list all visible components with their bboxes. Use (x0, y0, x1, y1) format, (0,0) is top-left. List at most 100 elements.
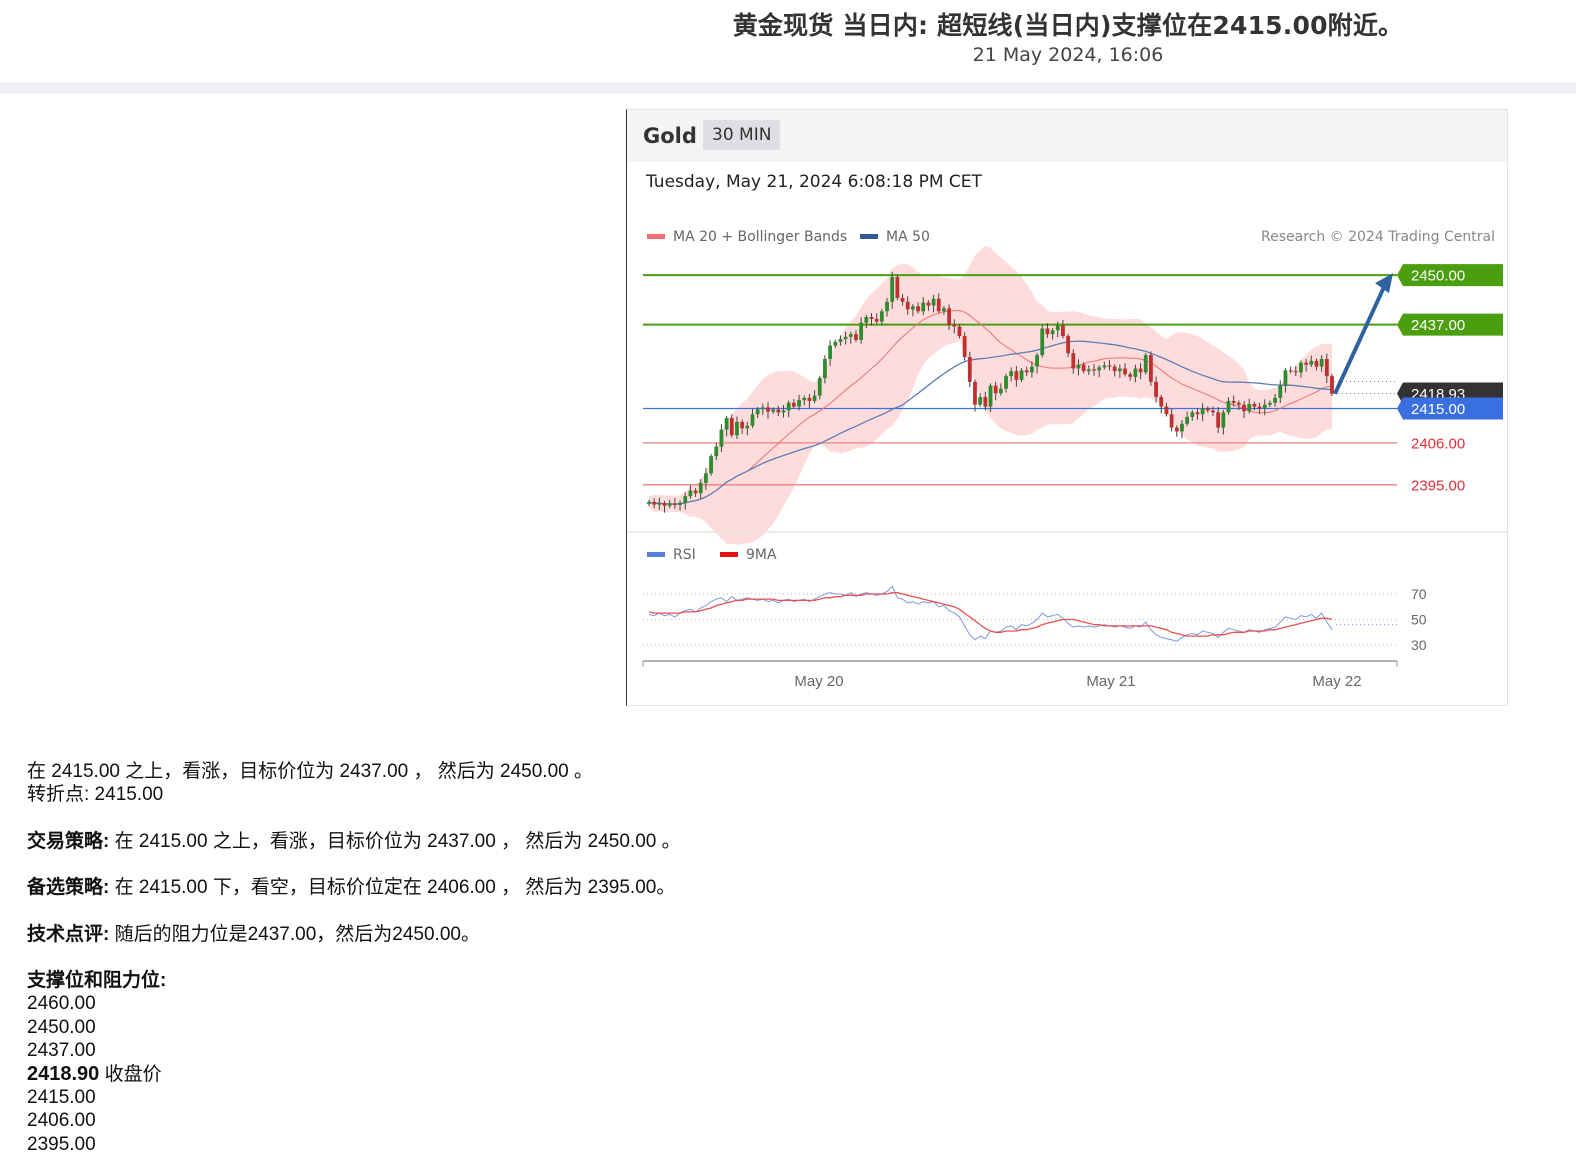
candle-body (1076, 364, 1081, 369)
candle-body (1159, 397, 1164, 407)
candle-body (1029, 366, 1034, 373)
candle-body (936, 298, 941, 312)
candle-body (688, 490, 693, 497)
alt-strategy-label: 备选策略: (27, 877, 110, 899)
level-label-2415.00: 2415.00 (1411, 401, 1465, 418)
candle-body (1205, 408, 1210, 411)
candle-body (1293, 371, 1298, 373)
candle-body (1112, 366, 1117, 372)
comment-label: 技术点评: (27, 923, 110, 945)
candle-body (724, 418, 729, 430)
candle-body (1268, 402, 1272, 405)
candle-body (729, 418, 734, 436)
candle-body (1257, 406, 1262, 409)
rsi-ma-line (648, 592, 1333, 637)
candle-body (1262, 404, 1267, 409)
candle-body (910, 306, 915, 310)
candle-body (704, 473, 708, 483)
summary-line: 在 2415.00 之上，看涨，目标价位为 2437.00 ， 然后为 2450… (27, 761, 593, 782)
candle-body (1004, 376, 1008, 389)
level-item: 2395.00 (27, 1133, 96, 1155)
candle-body (1014, 371, 1019, 380)
candle-body (1273, 397, 1277, 403)
candle-body (828, 345, 832, 359)
candle-body (983, 397, 988, 407)
candle-body (864, 317, 869, 323)
candle-body (667, 503, 672, 506)
candle-body (1040, 328, 1045, 356)
alt-strategy-text: 在 2415.00 下，看空，目标价位定在 2406.00 ， 然后为 2395… (114, 877, 676, 899)
candle-body (973, 381, 977, 405)
candle-body (1169, 414, 1174, 428)
candle-body (1009, 371, 1014, 377)
candle-body (750, 414, 755, 426)
candle-body (812, 395, 817, 401)
level-item: 2450.00 (27, 1016, 96, 1038)
candle-body (1066, 336, 1071, 354)
level-item: 2437.00 (27, 1040, 96, 1062)
candle-body (719, 429, 724, 447)
candle-body (1128, 374, 1133, 377)
candle-body (1035, 355, 1039, 367)
last-price-line: 2418.90 收盘价 (27, 1063, 681, 1086)
candle-body (1226, 400, 1231, 413)
candle-body (1309, 360, 1314, 365)
candle-body (672, 503, 677, 506)
candle-body (657, 503, 662, 505)
candle-body (776, 409, 781, 413)
candle-body (709, 456, 713, 474)
candle-body (1071, 353, 1076, 369)
candle-body (662, 503, 667, 506)
candle-body (652, 501, 657, 505)
candle-body (874, 318, 879, 322)
candle-body (1107, 365, 1112, 367)
candle-body (1324, 358, 1329, 377)
candle-body (952, 324, 957, 327)
levels-label: 支撑位和阻力位: (27, 970, 167, 992)
candle-body (1211, 410, 1215, 413)
candle-body (978, 397, 983, 405)
candle-body (698, 482, 703, 494)
candle-body (1123, 368, 1127, 375)
candle-body (1283, 370, 1288, 386)
candle-body (1092, 369, 1096, 371)
candle-body (1102, 365, 1107, 368)
level-label-2395.00: 2395.00 (1411, 477, 1465, 494)
candle-body (967, 357, 972, 382)
rsi-level-label-50: 50 (1411, 612, 1427, 628)
candle-body (1164, 406, 1169, 415)
candle-body (1288, 370, 1293, 372)
candle-body (760, 407, 765, 410)
candle-body (755, 409, 760, 415)
candle-body (947, 308, 952, 325)
strategy-line: 交易策略: 在 2415.00 之上，看涨，目标价位为 2437.00 ， 然后… (27, 830, 681, 853)
candle-body (1149, 355, 1153, 382)
candle-body (817, 378, 822, 396)
candle-body (791, 402, 796, 407)
candle-body (802, 397, 807, 401)
candle-body (869, 317, 874, 319)
candle-body (1299, 362, 1303, 373)
level-label-2437.00: 2437.00 (1411, 317, 1465, 334)
candle-body (1045, 328, 1050, 335)
rsi-level-label-70: 70 (1411, 586, 1427, 602)
page-title: 黄金现货 当日内: 超短线(当日内)支撑位在2415.00附近。 (732, 11, 1404, 40)
candle-body (843, 336, 848, 340)
candle-body (807, 397, 812, 401)
candle-body (988, 385, 993, 407)
candle-body (942, 308, 946, 312)
candle-body (678, 502, 682, 506)
candle-body (781, 410, 786, 413)
level-label-2406.00: 2406.00 (1411, 435, 1465, 452)
candle-body (823, 358, 827, 379)
candle-body (859, 322, 864, 340)
candle-body (1190, 412, 1195, 417)
article-header: 黄金现货 当日内: 超短线(当日内)支撑位在2415.00附近。 21 May … (0, 0, 1576, 82)
candle-body (1314, 360, 1319, 367)
candle-body (957, 326, 962, 337)
x-tick-label: May 21 (1086, 673, 1135, 690)
analysis-text: 在 2415.00 之上，看涨，目标价位为 2437.00 ， 然后为 2450… (27, 760, 681, 1156)
candle-body (1330, 376, 1334, 394)
candle-body (1236, 402, 1241, 405)
candle-body (1200, 408, 1205, 415)
